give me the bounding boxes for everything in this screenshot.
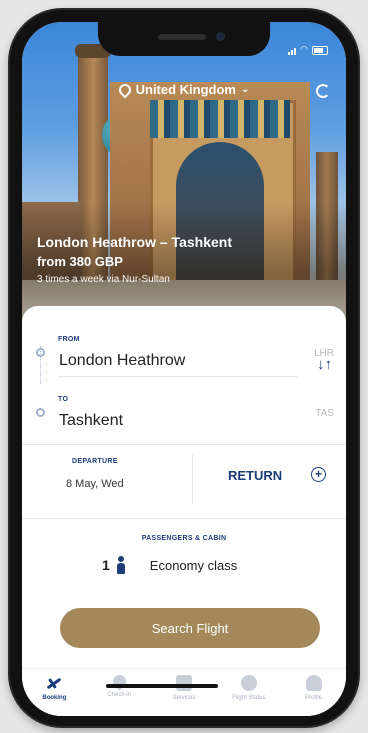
- booking-card: FROM London Heathrow LHR ↓↑ TO Tashkent …: [22, 306, 346, 716]
- tab-label: Check-in: [107, 692, 132, 698]
- passenger-count: 1: [102, 557, 110, 573]
- destination-dot-icon: [36, 408, 45, 417]
- offer-price: from 380 GBP: [37, 254, 123, 269]
- tab-label: Booking: [42, 695, 67, 701]
- battery-icon: [312, 46, 328, 55]
- person-icon: [116, 556, 126, 574]
- add-return-icon[interactable]: +: [311, 467, 326, 482]
- profile-icon: [305, 675, 322, 691]
- camera: [216, 32, 225, 41]
- tab-label: Services: [172, 695, 196, 701]
- tab-booking[interactable]: Booking: [24, 669, 84, 716]
- tab-label: Profile: [305, 695, 323, 701]
- offer-frequency: 3 times a week via Nur-Sultan: [37, 274, 170, 285]
- speaker: [158, 34, 206, 40]
- return-button[interactable]: RETURN: [228, 468, 282, 483]
- date-divider: [192, 454, 193, 504]
- passengers-label: PASSENGERS & CABIN: [141, 535, 227, 542]
- passengers-selector[interactable]: 1 Economy class: [102, 556, 237, 574]
- refresh-icon[interactable]: [316, 84, 330, 98]
- wifi-icon: ◠: [300, 44, 308, 54]
- plane-icon: [45, 675, 63, 691]
- country-selector[interactable]: United Kingdom ⌄: [22, 81, 346, 98]
- location-pin-icon: [116, 81, 134, 98]
- from-label: FROM: [58, 336, 80, 343]
- section-divider: [22, 518, 346, 519]
- search-flight-button[interactable]: Search Flight: [60, 608, 320, 648]
- departure-label: DEPARTURE: [72, 458, 118, 465]
- departure-date[interactable]: 8 May, Wed: [66, 478, 124, 490]
- notch: [98, 22, 270, 56]
- route-connector: [40, 346, 41, 384]
- tab-check-in[interactable]: Check-in: [89, 669, 149, 716]
- hero-offer[interactable]: London Heathrow – Tashkent from 380 GBP …: [37, 234, 232, 285]
- to-code: TAS: [315, 408, 334, 419]
- home-indicator[interactable]: [106, 684, 218, 688]
- field-divider: [58, 376, 298, 377]
- status-bar-icons: ◠: [288, 44, 328, 55]
- signal-icon: [288, 48, 297, 55]
- tab-label: Flight Status: [232, 695, 266, 701]
- cabin-class: Economy class: [149, 557, 238, 573]
- services-icon: [175, 675, 192, 691]
- offer-route: London Heathrow – Tashkent: [37, 234, 232, 250]
- tab-flight-status[interactable]: Flight Status: [219, 669, 279, 716]
- to-city: Tashkent: [59, 412, 124, 429]
- country-label: United Kingdom: [135, 82, 236, 97]
- app-screen: United Kingdom ⌄ London Heathrow – Tashk…: [22, 22, 346, 716]
- chevron-down-icon: ⌄: [241, 84, 250, 95]
- swap-icon[interactable]: ↓↑: [317, 356, 332, 373]
- tab-profile[interactable]: Profile: [284, 669, 344, 716]
- flight-status-icon: [240, 675, 257, 691]
- tab-services[interactable]: Services: [154, 669, 214, 716]
- tile-band: [150, 100, 290, 138]
- from-city: London Heathrow: [59, 352, 186, 369]
- tab-bar: Booking Check-in Services Flight Status …: [22, 668, 346, 716]
- to-label: TO: [58, 396, 69, 403]
- section-divider: [22, 444, 346, 445]
